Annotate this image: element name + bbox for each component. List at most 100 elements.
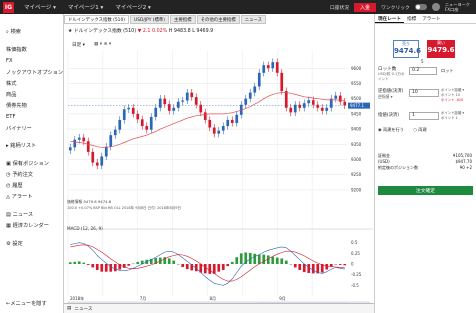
macd-histogram-bar (127, 264, 131, 266)
candle-body (284, 91, 288, 108)
sidebar-item-indices[interactable]: 株価指数 (6, 46, 27, 53)
macd-histogram-bar (338, 264, 342, 265)
sidebar-item-etf[interactable]: ETF (6, 114, 15, 120)
sidebar-positions[interactable]: ▣ 保有ポジション (6, 160, 49, 167)
macd-histogram-bar (325, 264, 329, 270)
stop-input[interactable]: 10 (409, 89, 439, 97)
candle-body (181, 100, 185, 102)
sell-button[interactable]: 売り 9474.6 (393, 40, 421, 58)
macd-histogram-bar (226, 264, 230, 267)
account-status[interactable]: 口座状況 (330, 4, 349, 11)
deposit-button[interactable]: 入金 (354, 2, 377, 12)
sidebar-watchlist[interactable]: ▸ 銘柄リスト (6, 142, 36, 149)
nav-mypage-1[interactable]: マイページ1 ▾ (68, 3, 103, 11)
macd-axis-label: -0.5 (351, 283, 359, 288)
hedge-options: ◉ 両建を行う ○ 両建 (378, 127, 427, 133)
stop-amount: ポイント -¥20 (441, 98, 464, 102)
candle-body (307, 100, 311, 104)
lot-input[interactable]: 0.2 (409, 67, 437, 75)
candle-body (113, 129, 117, 136)
candle-body (122, 109, 126, 120)
sidebar-news[interactable]: ▤ ニュース (6, 211, 33, 218)
bottom-news-label: ニュース (74, 306, 93, 312)
hide-menu-button[interactable]: ←メニューを隠す (6, 300, 47, 307)
candle-body (289, 107, 293, 113)
sidebar-positions-label: 保有ポジション (12, 161, 49, 167)
one-click-label: ワンクリック (381, 5, 410, 11)
candle-body (293, 104, 297, 113)
macd-histogram-bar (262, 254, 266, 264)
macd-histogram-bar (208, 264, 212, 274)
macd-histogram-bar (329, 264, 333, 267)
stop-type-select[interactable]: 逆指値 ▾ (378, 94, 393, 100)
candle-body (185, 92, 189, 101)
submit-order-button[interactable]: 注文確定 (378, 186, 473, 195)
sidebar-search[interactable]: ⌕ 検索 (6, 28, 21, 36)
candle-body (77, 137, 81, 140)
one-click-toggle[interactable] (414, 4, 427, 10)
macd-histogram-bar (86, 264, 90, 265)
chart-area: ドルインデックス指数 (510) USD/JPY (標準) 主要指標 その他の主… (64, 14, 374, 313)
macd-histogram-bar (257, 254, 261, 264)
macd-histogram-bar (275, 257, 279, 264)
price-axis-label: 9400 (351, 127, 362, 132)
candle-body (338, 95, 342, 102)
candle-body (298, 104, 302, 108)
sidebar-orders[interactable]: ◷ 予約注文 (6, 171, 33, 178)
candle-body (226, 119, 230, 127)
sidebar-alerts[interactable]: ◬ アラート (6, 193, 32, 200)
sidebar-item-binary[interactable]: バイナリー (6, 125, 32, 132)
time-axis-label: 7月 (140, 296, 147, 301)
macd-histogram-bar (311, 264, 315, 274)
radio-hedge-off[interactable]: ○ 両建 (413, 127, 426, 132)
sidebar-item-bond-futures[interactable]: 債券先物 (6, 102, 27, 109)
bottom-news-bar[interactable]: ▤ ニュース (64, 303, 374, 313)
candle-body (217, 130, 221, 134)
tab-current-rate[interactable]: 現在レート (375, 14, 404, 23)
candle-body (271, 62, 275, 69)
candle-body (149, 116, 153, 130)
tab-indicators[interactable]: 指標 (404, 14, 419, 23)
candle-body (100, 156, 104, 166)
time-axis-label: 2018年 (70, 295, 84, 301)
nav-mypage[interactable]: マイページ ▾ (24, 3, 56, 11)
macd-histogram-bar (289, 264, 293, 265)
macd-axis-label: 0 (351, 262, 354, 267)
macd-histogram-bar (181, 264, 185, 267)
candle-body (199, 104, 203, 113)
candle-body (334, 95, 338, 99)
price-chart[interactable]: 9600 9550 9500 9450 9400 9350 9300 9250 9200 9477… (64, 14, 374, 313)
tab-alerts[interactable]: アラート (419, 14, 443, 23)
user-account[interactable]: ニューヨーク FX口座 (445, 2, 470, 12)
candle-body (316, 104, 320, 108)
sidebar-item-knockout[interactable]: ノックアウトオプション (6, 69, 63, 76)
macd-histogram-bar (203, 264, 207, 274)
macd-histogram-bar (167, 258, 171, 264)
sidebar-history[interactable]: ◴ 履歴 (6, 182, 23, 189)
sidebar-item-stocks[interactable]: 株式 (6, 80, 16, 87)
lot-unit: ロット (441, 68, 454, 73)
macd-histogram-bar (284, 260, 288, 264)
sidebar-search-label: 検索 (10, 29, 21, 35)
user-icon[interactable] (431, 3, 440, 11)
buy-price: 9479.6 (427, 46, 455, 54)
candle-body (262, 65, 266, 73)
sidebar-settings[interactable]: ⚙ 設定 (6, 240, 23, 247)
sidebar-settings-label: 設定 (12, 241, 23, 247)
macd-histogram-bar (185, 264, 189, 270)
nav-mypage-2[interactable]: マイページ2 ▾ (115, 3, 150, 11)
candle-body (257, 72, 261, 87)
top-right: 口座状況 入金 ワンクリック ニューヨーク FX口座 (330, 2, 470, 12)
macd-histogram-bar (239, 253, 243, 264)
sidebar-item-fx[interactable]: FX (6, 58, 13, 64)
sidebar-calendar[interactable]: ▦ 経済カレンダー (6, 222, 49, 229)
limit-input[interactable]: 1 (409, 112, 439, 120)
candle-body (194, 97, 198, 105)
buy-button[interactable]: 買い 9479.6 (427, 40, 455, 58)
sidebar-item-commodities[interactable]: 商品 (6, 91, 16, 98)
radio-hedge-on[interactable]: ◉ 両建を行う (378, 127, 404, 132)
price-axis-label: 9500 (351, 96, 362, 101)
macd-histogram-bar (113, 264, 117, 272)
macd-histogram-bar (221, 264, 225, 270)
news-icon: ▤ (67, 306, 72, 311)
